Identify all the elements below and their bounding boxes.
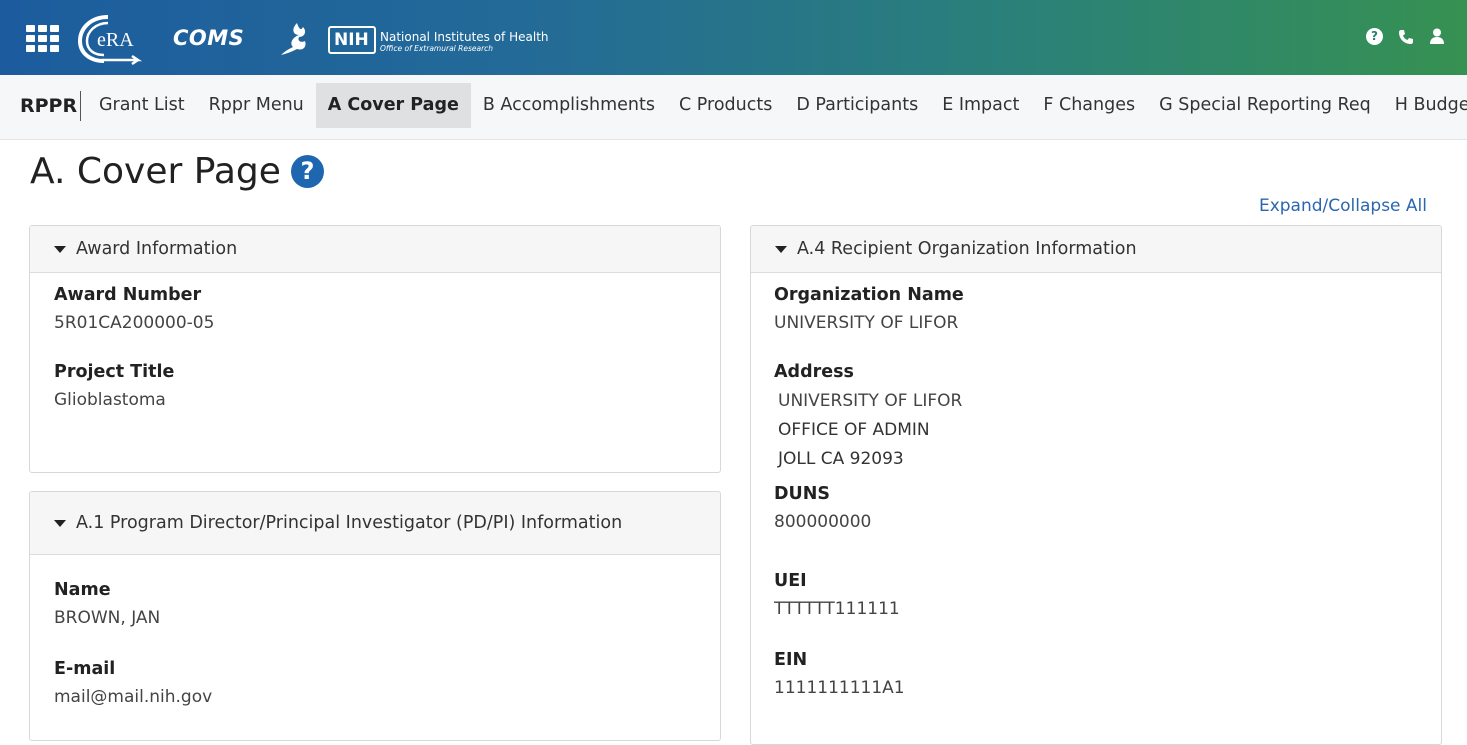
- help-icon[interactable]: ?: [1366, 28, 1383, 45]
- app-name: COMS: [173, 26, 245, 50]
- duns-value: 800000000: [774, 512, 872, 532]
- pdpi-email-label: E-mail: [54, 659, 116, 679]
- nav-item-cover-page[interactable]: A Cover Page: [315, 83, 471, 128]
- pdpi-panel: A.1 Program Director/Principal Investiga…: [29, 491, 721, 741]
- apps-grid-icon[interactable]: [26, 25, 60, 52]
- nav-item-special-reporting[interactable]: G Special Reporting Req: [1147, 83, 1383, 128]
- nav-item-accomplishments[interactable]: B Accomplishments: [471, 83, 667, 128]
- pdpi-email-field: E-mail mail@mail.nih.gov: [54, 658, 212, 708]
- recipient-org-panel: A.4 Recipient Organization Information O…: [750, 225, 1442, 745]
- pdpi-header[interactable]: A.1 Program Director/Principal Investiga…: [30, 492, 720, 555]
- top-icons: ?: [1366, 28, 1445, 45]
- nav-item-rppr-menu[interactable]: Rppr Menu: [197, 83, 316, 128]
- pdpi-name-label: Name: [54, 580, 111, 600]
- nav-item-changes[interactable]: F Changes: [1031, 83, 1147, 128]
- user-icon[interactable]: [1428, 28, 1445, 45]
- award-number-label: Award Number: [54, 285, 202, 305]
- expand-collapse-all-link[interactable]: Expand/Collapse All: [1259, 196, 1427, 216]
- award-info-panel: Award Information Award Number 5R01CA200…: [29, 225, 721, 473]
- nav-items: Grant List Rppr Menu A Cover Page B Acco…: [87, 83, 1467, 128]
- nav-item-grant-list[interactable]: Grant List: [87, 83, 197, 128]
- rppr-navbar: RPPR Grant List Rppr Menu A Cover Page B…: [0, 75, 1467, 140]
- top-banner: eRA COMS NIH National Institutes of Heal…: [0, 0, 1467, 75]
- nav-brand[interactable]: RPPR: [20, 95, 77, 117]
- hhs-eagle-icon: [281, 23, 306, 55]
- pdpi-name-field: Name BROWN, JAN: [54, 579, 160, 629]
- project-title-value: Glioblastoma: [54, 390, 166, 410]
- org-name-label: Organization Name: [774, 285, 964, 305]
- page-title: A. Cover Page ?: [30, 151, 324, 192]
- recipient-org-title: A.4 Recipient Organization Information: [797, 239, 1137, 259]
- duns-field: DUNS 800000000: [774, 483, 871, 533]
- org-name-field: Organization Name UNIVERSITY OF LIFOR: [774, 284, 964, 334]
- ein-value: 1111111111A1: [774, 678, 905, 698]
- nav-item-impact[interactable]: E Impact: [930, 83, 1031, 128]
- duns-label: DUNS: [774, 484, 830, 504]
- pdpi-email-value: mail@mail.nih.gov: [54, 687, 213, 707]
- nav-divider: [80, 91, 81, 121]
- address-block: UNIVERSITY OF LIFOR OFFICE OF ADMIN JOLL…: [774, 387, 962, 474]
- page-help-icon[interactable]: ?: [290, 155, 324, 188]
- nav-item-products[interactable]: C Products: [667, 83, 784, 128]
- caret-down-icon: [54, 245, 66, 253]
- uei-field: UEI TTTTTT111111: [774, 570, 900, 620]
- nav-item-participants[interactable]: D Participants: [784, 83, 930, 128]
- award-number-value: 5R01CA200000-05: [54, 313, 215, 333]
- project-title-field: Project Title Glioblastoma: [54, 361, 174, 411]
- address-field: Address UNIVERSITY OF LIFOR OFFICE OF AD…: [774, 361, 962, 474]
- help-circle: ?: [1366, 28, 1383, 45]
- address-line-1: UNIVERSITY OF LIFOR: [778, 391, 963, 411]
- nih-title-line2: Office of Extramural Research: [380, 44, 494, 53]
- ein-label: EIN: [774, 650, 808, 670]
- ein-field: EIN 1111111111A1: [774, 649, 905, 699]
- nih-title-line1: National Institutes of Health: [380, 30, 549, 44]
- award-info-header[interactable]: Award Information: [30, 226, 720, 273]
- address-line-2: OFFICE OF ADMIN: [778, 420, 930, 440]
- caret-down-icon: [54, 519, 66, 527]
- uei-value: TTTTTT111111: [774, 599, 900, 619]
- address-label: Address: [774, 362, 854, 382]
- recipient-org-header[interactable]: A.4 Recipient Organization Information: [751, 226, 1441, 273]
- nav-item-budget[interactable]: H Budget: [1383, 83, 1467, 128]
- nih-badge: NIH: [328, 26, 376, 54]
- phone-icon[interactable]: [1397, 28, 1414, 45]
- pdpi-title: A.1 Program Director/Principal Investiga…: [76, 513, 623, 533]
- uei-label: UEI: [774, 571, 807, 591]
- pdpi-name-value: BROWN, JAN: [54, 608, 161, 628]
- era-logo: eRA: [78, 15, 143, 65]
- nih-title: National Institutes of Health Office of …: [380, 30, 549, 54]
- page-title-text: A. Cover Page: [30, 151, 281, 192]
- project-title-label: Project Title: [54, 362, 175, 382]
- award-number-field: Award Number 5R01CA200000-05: [54, 284, 214, 334]
- award-info-title: Award Information: [76, 239, 238, 259]
- org-name-value: UNIVERSITY OF LIFOR: [774, 313, 959, 333]
- caret-down-icon: [775, 245, 787, 253]
- svg-text:eRA: eRA: [97, 29, 134, 51]
- address-line-3: JOLL CA 92093: [778, 449, 904, 469]
